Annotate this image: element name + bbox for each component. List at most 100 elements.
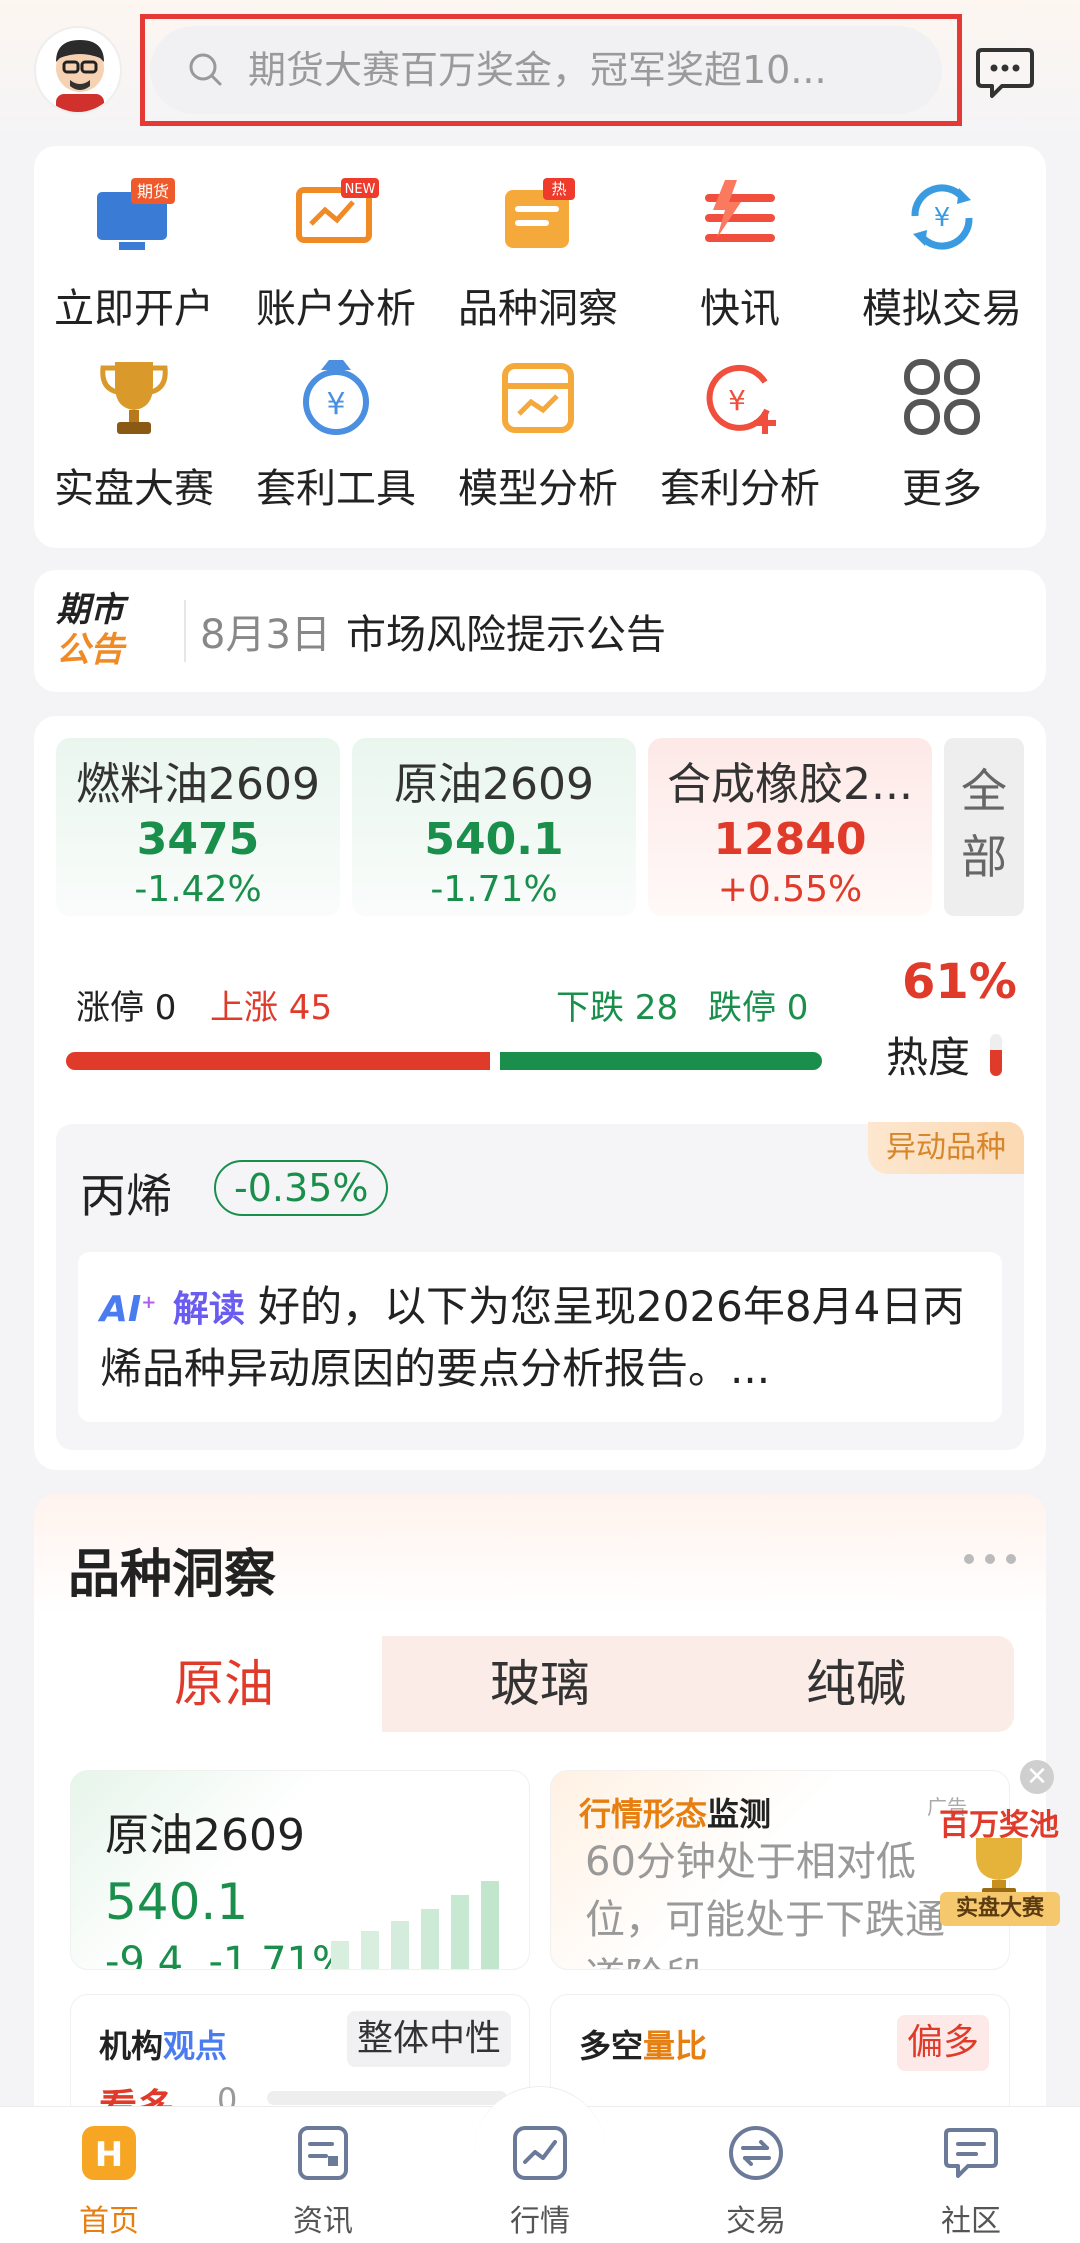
nav-label: 行情 xyxy=(510,2204,570,2239)
institution-view-badge: 整体中性 xyxy=(347,2011,512,2067)
search-bar[interactable] xyxy=(150,26,942,114)
heat-meter xyxy=(990,1034,1002,1076)
tab-soda-ash[interactable]: 纯碱 xyxy=(698,1636,1014,1732)
message-button[interactable] xyxy=(972,38,1038,104)
avatar-cartoon-icon xyxy=(56,40,104,112)
open-account-icon: 期货 xyxy=(97,178,175,250)
grid-item-label: 模拟交易 xyxy=(862,286,1022,332)
breadth-up-bar xyxy=(66,1052,490,1070)
notice-date: 8月3日 xyxy=(200,612,331,658)
market-notice-bar[interactable]: 期市 公告 8月3日 市场风险提示公告 xyxy=(34,570,1046,692)
quote-price: 3475 xyxy=(136,814,260,865)
grid-item-label: 套利工具 xyxy=(256,466,416,512)
avatar[interactable] xyxy=(34,26,122,114)
quote-name: 原油2609 xyxy=(394,759,594,810)
long-short-ratio-title: 多空量比 xyxy=(579,2021,707,2067)
search-input[interactable] xyxy=(248,48,942,92)
simulated-trading-icon: ¥ xyxy=(911,184,973,250)
grid-item-account-analysis[interactable]: NEW 账户分析 xyxy=(236,172,436,334)
arbitrage-tool-icon: ¥ xyxy=(303,360,369,435)
institution-view-title-b: 观点 xyxy=(163,2027,228,2065)
tab-glass[interactable]: 玻璃 xyxy=(382,1636,698,1732)
grid-item-variety-insight[interactable]: 热 品种洞察 xyxy=(438,172,638,334)
mini-bar-chart-icon xyxy=(331,1881,499,1969)
grid-item-label: 更多 xyxy=(902,466,982,512)
variety-insight-icon: 热 xyxy=(505,178,575,248)
notice-logo-top: 期市 xyxy=(56,590,124,630)
close-icon: ✕ xyxy=(1026,1762,1048,1792)
grid-item-label: 账户分析 xyxy=(256,286,416,332)
quote-card[interactable]: 原油2609 540.1 -1.71% xyxy=(352,738,636,916)
nav-trade[interactable]: 交易 xyxy=(691,2122,821,2240)
quote-name: 合成橡胶2... xyxy=(667,759,913,810)
account-analysis-icon: NEW xyxy=(296,178,379,243)
nav-market[interactable]: 行情 xyxy=(475,2122,605,2240)
heat-percent: 61% xyxy=(902,954,1017,1010)
grid-item-open-account[interactable]: 期货 立即开户 xyxy=(34,172,234,334)
all-quotes-label: 全部 xyxy=(961,764,1007,884)
quote-card[interactable]: 燃料油2609 3475 -1.42% xyxy=(56,738,340,916)
ai-interpretation-text: 好的，以下为您呈现2026年8月4日丙烯品种异动原因的要点分析报告。... xyxy=(100,1282,965,1393)
quote-change: -1.71% xyxy=(430,869,558,910)
breadth-limit-down: 跌停 0 xyxy=(708,988,809,1028)
nav-community[interactable]: 社区 xyxy=(906,2122,1036,2240)
institution-view-bar xyxy=(267,2091,507,2105)
grid-item-label: 实盘大赛 xyxy=(54,466,214,512)
svg-text:热: 热 xyxy=(551,180,566,198)
grid-item-live-contest[interactable]: 实盘大赛 xyxy=(34,352,234,514)
model-analysis-icon xyxy=(502,363,574,433)
nav-label: 首页 xyxy=(79,2204,139,2239)
notice-logo: 期市 公告 xyxy=(56,590,174,674)
nav-home[interactable]: H 首页 xyxy=(44,2122,174,2240)
prize-pool-subtitle: 实盘大赛 xyxy=(940,1892,1060,1926)
insight-quote-card[interactable]: 原油2609 540.1 -9.4 -1.71% xyxy=(70,1770,530,1970)
trade-icon xyxy=(729,2126,783,2180)
community-icon xyxy=(944,2128,998,2178)
quote-card[interactable]: 合成橡胶2... 12840 +0.55% xyxy=(648,738,932,916)
long-short-ratio-title-b: 量比 xyxy=(643,2027,708,2065)
quote-price: 540.1 xyxy=(424,814,564,865)
anomaly-change-badge: -0.35% xyxy=(214,1160,389,1216)
grid-item-arbitrage-tool[interactable]: ¥ 套利工具 xyxy=(236,352,436,514)
arbitrage-analysis-icon: ¥ xyxy=(706,364,776,434)
more-grid-icon xyxy=(904,359,980,435)
news-icon xyxy=(298,2126,348,2180)
long-short-ratio-badge: 偏多 xyxy=(897,2015,990,2071)
breadth-down-bar xyxy=(500,1052,822,1070)
chat-bubble-icon xyxy=(976,48,1034,98)
grid-item-model-analysis[interactable]: 模型分析 xyxy=(438,352,638,514)
notice-logo-bottom: 公告 xyxy=(56,630,124,670)
institution-view-title-a: 机构 xyxy=(99,2027,164,2065)
insight-quote-name: 原油2609 xyxy=(105,1810,305,1861)
trophy-icon xyxy=(100,362,168,434)
search-icon xyxy=(189,53,222,86)
more-dots-icon[interactable] xyxy=(962,1552,1018,1566)
quote-change: +0.55% xyxy=(717,869,863,910)
pattern-monitor-title: 行情形态监测 xyxy=(579,1789,771,1835)
grid-item-flash-news[interactable]: 快讯 xyxy=(640,172,840,334)
grid-item-simulated-trading[interactable]: ¥ 模拟交易 xyxy=(842,172,1042,334)
breadth-up: 上涨 45 xyxy=(210,988,333,1028)
nav-label: 资讯 xyxy=(293,2204,353,2239)
svg-text:H: H xyxy=(95,2135,123,2175)
grid-item-label: 立即开户 xyxy=(54,286,214,332)
home-icon: H xyxy=(82,2126,136,2180)
insight-quote-price: 540.1 xyxy=(105,1873,249,1931)
breadth-down: 下跌 28 xyxy=(556,988,679,1028)
nav-label: 社区 xyxy=(941,2204,1001,2239)
tab-crude-oil[interactable]: 原油 xyxy=(66,1636,382,1732)
grid-item-arbitrage-analysis[interactable]: ¥ 套利分析 xyxy=(640,352,840,514)
svg-text:NEW: NEW xyxy=(345,182,376,197)
grid-item-label: 模型分析 xyxy=(458,466,618,512)
nav-news[interactable]: 资讯 xyxy=(258,2122,388,2240)
all-quotes-button[interactable]: 全部 xyxy=(944,738,1024,916)
grid-item-more[interactable]: 更多 xyxy=(842,352,1042,514)
pattern-monitor-title-a: 行情形态 xyxy=(579,1795,708,1833)
grid-item-label: 快讯 xyxy=(700,286,780,332)
prize-pool-ad[interactable]: 百万奖池 实盘大赛 xyxy=(924,1800,1074,1930)
breadth-limit-up: 涨停 0 xyxy=(76,988,177,1028)
flash-news-icon xyxy=(705,180,775,242)
close-ad-button[interactable]: ✕ xyxy=(1020,1760,1054,1794)
quote-name: 燃料油2609 xyxy=(76,759,320,810)
svg-text:¥: ¥ xyxy=(728,384,746,417)
